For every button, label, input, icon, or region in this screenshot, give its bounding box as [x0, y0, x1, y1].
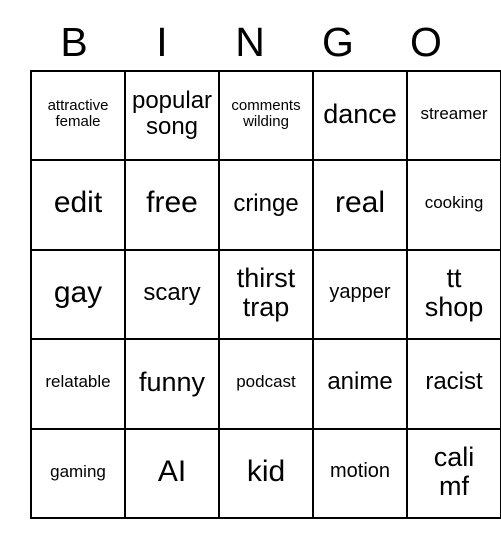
bingo-cell[interactable]: thirst trap — [218, 248, 314, 341]
bingo-cell[interactable]: tt shop — [406, 248, 501, 341]
bingo-cell[interactable]: racist — [406, 338, 501, 430]
bingo-cell-label: kid — [246, 454, 286, 488]
bingo-grid: attractive female popular song comments … — [30, 69, 501, 519]
bingo-cell[interactable]: motion — [312, 427, 408, 519]
bingo-cell-label: gay — [53, 275, 103, 309]
bingo-cell[interactable]: anime — [312, 338, 408, 430]
bingo-cell[interactable]: gay — [30, 248, 126, 341]
bingo-cell[interactable]: cali mf — [406, 427, 501, 519]
bingo-row: relatable funny podcast anime racist — [30, 338, 501, 430]
bingo-cell[interactable]: funny — [124, 338, 220, 430]
bingo-cell[interactable]: gaming — [30, 427, 126, 519]
bingo-cell[interactable]: attractive female — [30, 69, 126, 162]
bingo-cell-label: cooking — [424, 193, 484, 213]
bingo-cell-label: funny — [138, 366, 206, 397]
bingo-cell-label: attractive female — [47, 97, 109, 131]
bingo-cell-label: AI — [157, 454, 187, 488]
bingo-cell-label: real — [334, 186, 386, 220]
bingo-cell-label: motion — [329, 459, 391, 482]
bingo-header-letter-b: B — [60, 19, 88, 65]
bingo-cell-label: thirst trap — [236, 262, 296, 322]
bingo-row: attractive female popular song comments … — [30, 69, 501, 162]
bingo-cell-label: popular song — [131, 87, 213, 141]
bingo-cell-label: anime — [327, 368, 393, 396]
bingo-cell[interactable]: yapper — [312, 248, 408, 341]
bingo-cell-label: edit — [53, 186, 103, 220]
bingo-cell[interactable]: scary — [124, 248, 220, 341]
bingo-cell-label: streamer — [420, 104, 488, 124]
bingo-cell-label: gaming — [50, 461, 106, 481]
bingo-cell[interactable]: popular song — [124, 69, 220, 162]
bingo-cell[interactable]: cringe — [218, 159, 314, 251]
bingo-cell-label: scary — [143, 279, 201, 307]
bingo-cell[interactable]: AI — [124, 427, 220, 519]
bingo-cell[interactable]: streamer — [406, 69, 501, 162]
bingo-cell[interactable]: real — [312, 159, 408, 251]
bingo-cell-label: yapper — [329, 281, 391, 304]
bingo-card: B I N G O attractive female popular song… — [0, 0, 501, 544]
bingo-cell[interactable]: kid — [218, 427, 314, 519]
bingo-cell-label: relatable — [45, 372, 111, 392]
bingo-cell[interactable]: relatable — [30, 338, 126, 430]
bingo-header-row: B I N G O — [30, 17, 470, 67]
bingo-cell[interactable]: edit — [30, 159, 126, 251]
bingo-cell[interactable]: cooking — [406, 159, 501, 251]
bingo-header-letter-o: O — [410, 19, 442, 65]
bingo-cell-label: free — [146, 186, 198, 220]
bingo-cell-label: tt shop — [424, 262, 484, 322]
bingo-header-letter-n: N — [235, 19, 265, 65]
bingo-cell-label: cali mf — [433, 441, 475, 501]
bingo-row: gaming AI kid motion cali mf — [30, 427, 501, 519]
bingo-row: gay scary thirst trap yapper tt shop — [30, 248, 501, 341]
bingo-cell[interactable]: comments wilding — [218, 69, 314, 162]
bingo-cell-label: racist — [425, 368, 483, 396]
bingo-header-letter-g: G — [322, 19, 354, 65]
bingo-cell[interactable]: dance — [312, 69, 408, 162]
bingo-cell[interactable]: free — [124, 159, 220, 251]
bingo-cell-label: comments wilding — [231, 97, 301, 131]
bingo-row: edit free cringe real cooking — [30, 159, 501, 251]
bingo-cell-label: podcast — [236, 372, 296, 392]
bingo-cell-label: cringe — [233, 189, 299, 217]
bingo-cell-label: dance — [323, 98, 397, 129]
bingo-header-letter-i: I — [156, 19, 168, 65]
bingo-cell[interactable]: podcast — [218, 338, 314, 430]
